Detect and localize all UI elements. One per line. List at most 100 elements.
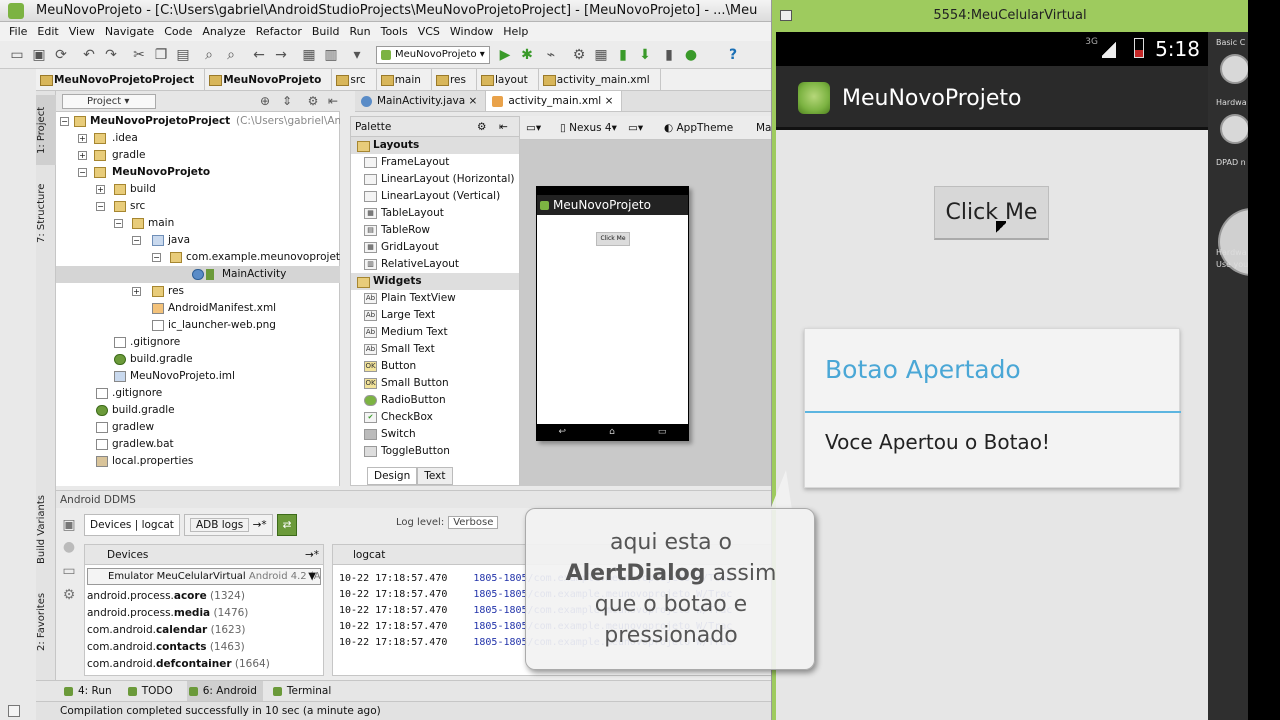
tool-tab-run[interactable]: 4: Run: [62, 681, 118, 701]
attach-debugger-icon[interactable]: ⌁: [542, 46, 560, 64]
palette-category-widgets[interactable]: Widgets: [351, 273, 519, 290]
device-select[interactable]: Emulator MeuCelularVirtual Android 4.2 (…: [87, 568, 321, 585]
tree-node-package[interactable]: − com.example.meunovoprojeto: [56, 249, 340, 266]
run-icon[interactable]: ▶: [496, 46, 514, 64]
tool-tab-structure[interactable]: 7: Structure: [36, 177, 56, 249]
process-row[interactable]: com.android.defcontainer (1664): [85, 656, 323, 673]
forward-icon[interactable]: →: [272, 46, 290, 64]
tree-node-java[interactable]: − java: [56, 232, 340, 249]
menu-vcs[interactable]: VCS: [413, 22, 445, 41]
palette-item-button[interactable]: OK Button: [351, 358, 519, 375]
menu-code[interactable]: Code: [159, 22, 197, 41]
tool-tab-project[interactable]: 1: Project: [36, 95, 56, 165]
menu-run[interactable]: Run: [345, 22, 376, 41]
tool-tab-terminal[interactable]: Terminal: [271, 681, 337, 701]
close-icon[interactable]: ×: [469, 95, 478, 107]
menu-help[interactable]: Help: [498, 22, 533, 41]
scroll-from-source-icon[interactable]: ⊕: [256, 92, 274, 110]
palette-item-medium-text[interactable]: Ab Medium Text: [351, 324, 519, 341]
tree-node-gitignore-module[interactable]: .gitignore: [56, 334, 340, 351]
click-me-button[interactable]: Click Me: [934, 186, 1049, 240]
close-icon[interactable]: ×: [605, 95, 614, 107]
breadcrumb-file[interactable]: activity_main.xml: [539, 69, 661, 90]
open-icon[interactable]: ▭: [8, 46, 26, 64]
find-icon[interactable]: ⌕: [200, 46, 218, 64]
gear-icon[interactable]: ⚙: [304, 92, 322, 110]
menu-edit[interactable]: Edit: [32, 22, 63, 41]
process-row[interactable]: android.process.media (1476): [85, 605, 323, 622]
tab-devices-logcat[interactable]: Devices | logcat: [84, 514, 180, 536]
palette-item-switch[interactable]: Switch: [351, 426, 519, 443]
tree-node-local-properties[interactable]: local.properties: [56, 453, 340, 470]
tree-node-build-gradle-module[interactable]: build.gradle: [56, 351, 340, 368]
tree-node-build[interactable]: + build: [56, 181, 340, 198]
device-select[interactable]: ▯ Nexus 4▾: [560, 116, 617, 140]
help-icon[interactable]: ?: [724, 46, 742, 64]
back-icon[interactable]: ←: [250, 46, 268, 64]
debug-icon[interactable]: ✱: [518, 46, 536, 64]
process-row[interactable]: android.process.acore (1324): [85, 588, 323, 605]
sync-icon[interactable]: ⟳: [52, 46, 70, 64]
project-view-select[interactable]: Project ▾: [62, 94, 156, 109]
menu-file[interactable]: File: [4, 22, 32, 41]
restart-adb-icon[interactable]: ⇄: [276, 514, 298, 536]
copy-icon[interactable]: ❐: [152, 46, 170, 64]
breadcrumb-layout[interactable]: layout: [477, 69, 539, 90]
cut-icon[interactable]: ✂: [130, 46, 148, 64]
process-row[interactable]: com.android.calendar (1623): [85, 622, 323, 639]
record-icon[interactable]: ●: [60, 538, 78, 556]
palette-item-plain-textview[interactable]: Ab Plain TextView: [351, 290, 519, 307]
breadcrumb-src[interactable]: src: [332, 69, 377, 90]
tree-node-root[interactable]: − MeuNovoProjetoProject (C:\Users\gabriel\…: [56, 113, 340, 130]
menu-refactor[interactable]: Refactor: [251, 22, 307, 41]
breadcrumb-main[interactable]: main: [377, 69, 432, 90]
tab-text[interactable]: Text: [417, 467, 453, 485]
tab-adb-logs[interactable]: ADB logs →*: [183, 514, 273, 536]
process-row[interactable]: com.android.contacts (1463): [85, 639, 323, 656]
tree-node-gitignore-root[interactable]: .gitignore: [56, 385, 340, 402]
tree-node-module[interactable]: − MeuNovoProjeto: [56, 164, 340, 181]
palette-item-radiobutton[interactable]: RadioButton: [351, 392, 519, 409]
redo-icon[interactable]: ↷: [102, 46, 120, 64]
menu-navigate[interactable]: Navigate: [100, 22, 159, 41]
palette-item-large-text[interactable]: Ab Large Text: [351, 307, 519, 324]
theme-select[interactable]: ◐ AppTheme: [664, 116, 733, 140]
android-icon[interactable]: ●: [682, 46, 700, 64]
palette-item-togglebutton[interactable]: ToggleButton: [351, 443, 519, 460]
activity-select[interactable]: Ma: [756, 116, 771, 140]
tool-tab-android[interactable]: 6: Android: [186, 681, 263, 701]
palette-item-linearlayout-h[interactable]: LinearLayout (Horizontal): [351, 171, 519, 188]
screen-icon[interactable]: ▭: [60, 562, 78, 580]
tree-node-idea[interactable]: + .idea: [56, 130, 340, 147]
palette-category-layouts[interactable]: Layouts: [351, 137, 519, 154]
volume-icon[interactable]: [1220, 54, 1250, 84]
pin-icon[interactable]: →*: [305, 545, 319, 565]
tool-tab-favorites[interactable]: 2: Favorites: [36, 591, 56, 653]
tree-node-main[interactable]: − main: [56, 215, 340, 232]
breadcrumb-res[interactable]: res: [432, 69, 477, 90]
hide-panel-icon[interactable]: ⇤: [499, 117, 508, 137]
palette-item-small-text[interactable]: Ab Small Text: [351, 341, 519, 358]
avd-manager-icon[interactable]: ▮: [614, 46, 632, 64]
palette-item-small-button[interactable]: OK Small Button: [351, 375, 519, 392]
tree-node-build-gradle-root[interactable]: build.gradle: [56, 402, 340, 419]
log-level-select[interactable]: Verbose: [448, 516, 499, 529]
save-icon[interactable]: ▣: [30, 46, 48, 64]
palette-item-linearlayout-v[interactable]: LinearLayout (Vertical): [351, 188, 519, 205]
menu-tools[interactable]: Tools: [376, 22, 413, 41]
palette-item-tablerow[interactable]: ▤ TableRow: [351, 222, 519, 239]
preview-button[interactable]: Click Me: [596, 232, 630, 246]
tab-design[interactable]: Design: [367, 467, 418, 485]
tree-node-gradlew-bat[interactable]: gradlew.bat: [56, 436, 340, 453]
orientation-icon[interactable]: ▭▾: [628, 116, 643, 140]
tree-node-res[interactable]: + res: [56, 283, 340, 300]
undo-icon[interactable]: ↶: [80, 46, 98, 64]
collapse-all-icon[interactable]: ⇕: [278, 92, 296, 110]
breadcrumb-project[interactable]: MeuNovoProjetoProject: [36, 69, 206, 90]
palette-item-tablelayout[interactable]: ▦ TableLayout: [351, 205, 519, 222]
tool-tab-build-variants[interactable]: Build Variants: [36, 493, 56, 567]
tree-node-launcher-png[interactable]: ic_launcher-web.png: [56, 317, 340, 334]
tab-activity-main-xml[interactable]: activity_main.xml ×: [486, 91, 623, 111]
palette-item-relativelayout[interactable]: ▥ RelativeLayout: [351, 256, 519, 273]
breadcrumb-module[interactable]: MeuNovoProjeto: [205, 69, 333, 90]
